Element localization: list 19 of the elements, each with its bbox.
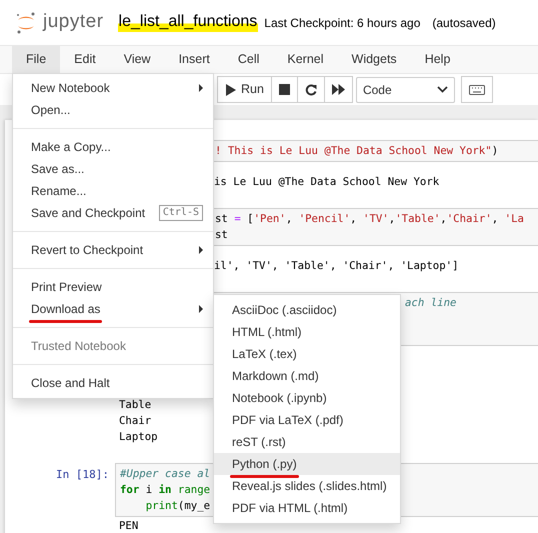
output-line: Chair	[119, 413, 152, 429]
code-line: print(my_e	[144, 498, 210, 514]
code-line: st	[215, 227, 228, 243]
shortcut-key: Ctrl-S	[158, 205, 203, 221]
output-line: is Le Luu @The Data School New York	[214, 174, 440, 190]
code-line: ach line	[405, 295, 456, 311]
menu-item: Trusted Notebook	[30, 338, 127, 355]
code-line: st = ['Pen', 'Pencil', 'TV','Table','Chair', 'La	[215, 211, 524, 227]
output-line: Laptop	[119, 429, 158, 445]
logo-text: jupyter	[43, 10, 104, 34]
output-line: PEN	[119, 518, 138, 533]
code-line: ! This is Le Luu @The Data School New York")	[215, 143, 498, 159]
code-line: for i in range	[120, 482, 210, 498]
code-line: #Upper case al	[120, 466, 210, 482]
output-line: Table	[119, 397, 152, 413]
autosave-status: (autosaved)	[432, 14, 496, 32]
output-line: il', 'TV', 'Table', 'Chair', 'Laptop']	[214, 258, 459, 274]
checkpoint-status: Last Checkpoint: 6 hours ago	[264, 14, 420, 32]
cell-prompt: In [18]:	[56, 468, 109, 481]
